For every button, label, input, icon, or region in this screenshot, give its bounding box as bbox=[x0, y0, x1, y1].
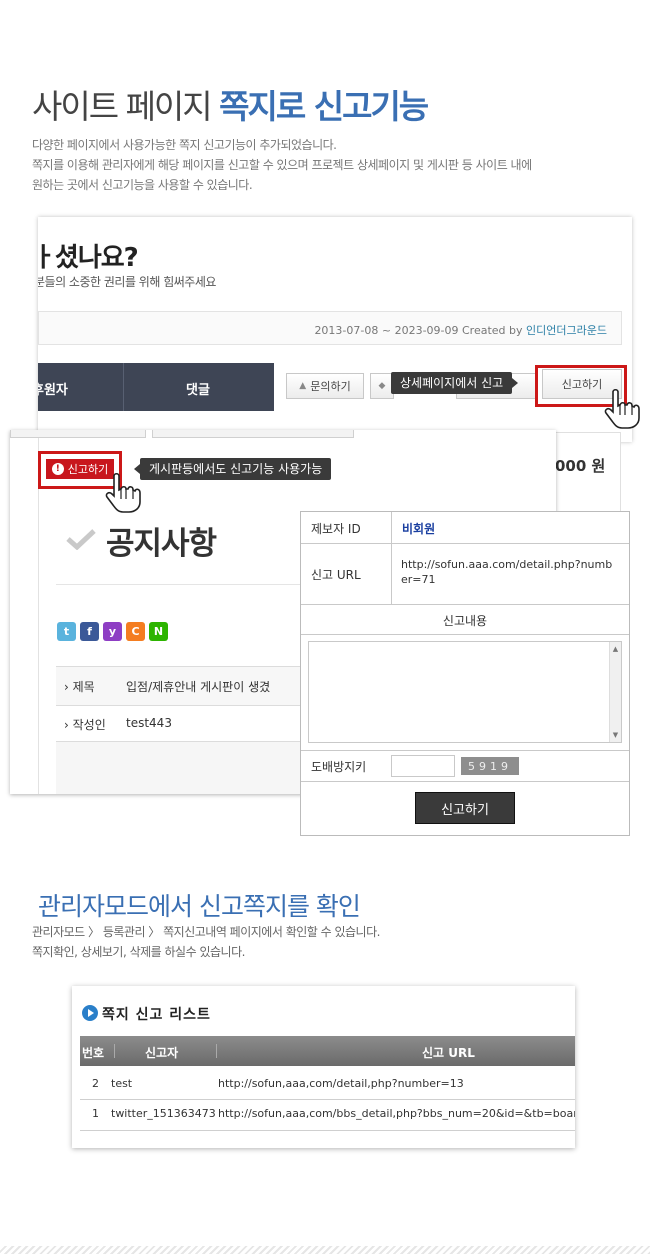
description-line-3: 원하는 곳에서 신고기능을 사용할 수 있습니다. bbox=[32, 178, 253, 192]
detail-subtitle: 분들의 소중한 권리를 위해 힘써주세요 bbox=[38, 275, 216, 289]
row-url[interactable]: http://sofun,aaa,com/bbs_detail,php?bbs_… bbox=[218, 1107, 575, 1120]
author-value: test443 bbox=[126, 716, 172, 730]
divider bbox=[216, 1044, 217, 1058]
row-reporter[interactable]: twitter_151363473 bbox=[111, 1107, 216, 1120]
board-tab-stub bbox=[10, 430, 146, 438]
table-header: 번호 신고자 신고 URL bbox=[80, 1036, 575, 1066]
cyworld-icon[interactable]: C bbox=[126, 622, 145, 641]
description-line-1: 다양한 페이지에서 사용가능한 쪽지 신고기능이 추가되었습니다. bbox=[32, 138, 337, 152]
divider bbox=[301, 543, 629, 544]
admin-description-line-2: 쪽지확인, 상세보기, 삭제를 하실수 있습니다. bbox=[32, 945, 245, 959]
url-value-line-2: er=71 bbox=[401, 573, 436, 586]
notice-title: 공지사항 bbox=[106, 526, 217, 562]
price-value: 000 원 bbox=[555, 457, 606, 475]
date-bar: 2013-07-08 ~ 2023-09-09 Created by 인디언더그… bbox=[38, 311, 622, 345]
admin-report-list-screenshot: 쪽지 신고 리스트 번호 신고자 신고 URL 2 test http://so… bbox=[72, 986, 575, 1148]
reporter-value: 비회원 bbox=[402, 522, 436, 536]
admin-description-line-1: 관리자모드 〉 등록관리 〉 쪽지신고내역 페이지에서 확인할 수 있습니다. bbox=[32, 925, 380, 939]
divider bbox=[301, 634, 629, 635]
divider bbox=[114, 1044, 115, 1058]
arrow-circle-icon bbox=[82, 1005, 98, 1021]
detail-report-tooltip: 상세페이지에서 신고 bbox=[391, 372, 519, 394]
tab-separator bbox=[123, 363, 124, 411]
scroll-down-icon[interactable]: ▼ bbox=[610, 731, 621, 739]
title-highlight: 쪽지로 신고기능 bbox=[219, 87, 429, 126]
textarea-scrollbar[interactable]: ▲ ▼ bbox=[609, 642, 621, 742]
date-range: 2013-07-08 ~ 2023-09-09 Created by 인디언더그… bbox=[314, 322, 607, 338]
row-number: 1 bbox=[92, 1107, 99, 1120]
date-range-text: 2013-07-08 ~ 2023-09-09 Created by bbox=[314, 324, 523, 337]
admin-section-title: 관리자모드에서 신고쪽지를 확인 bbox=[38, 892, 361, 921]
author-label: › 작성인 bbox=[64, 718, 106, 732]
triangle-icon: ▲ bbox=[299, 381, 307, 391]
board-tab-stub bbox=[152, 430, 354, 438]
divider bbox=[301, 781, 629, 782]
captcha-label: 도배방지키 bbox=[311, 760, 367, 774]
inquiry-button[interactable]: ▲ 문의하기 bbox=[286, 373, 364, 399]
url-label: 신고 URL bbox=[311, 568, 361, 582]
divider bbox=[80, 1099, 575, 1100]
detail-page-screenshot: ㅏ셨나요? 분들의 소중한 권리를 위해 힘써주세요 2013-07-08 ~ … bbox=[38, 217, 632, 442]
subject-label: › 제목 bbox=[64, 680, 95, 694]
hand-cursor-icon bbox=[603, 388, 645, 434]
submit-report-button[interactable]: 신고하기 bbox=[415, 792, 515, 824]
captcha-image: 5919 bbox=[461, 757, 519, 775]
row-reporter[interactable]: test bbox=[111, 1077, 132, 1090]
naver-icon[interactable]: N bbox=[149, 622, 168, 641]
column-number[interactable]: 번호 bbox=[82, 1044, 104, 1061]
subject-value: 입점/제휴안내 게시판이 생겼 bbox=[126, 680, 271, 694]
author-link[interactable]: 인디언더그라운드 bbox=[526, 324, 607, 337]
divider bbox=[80, 1130, 575, 1131]
detail-title: ㅏ셨나요? bbox=[38, 243, 139, 273]
list-title: 쪽지 신고 리스트 bbox=[102, 1007, 211, 1023]
row-number: 2 bbox=[92, 1077, 99, 1090]
facebook-icon[interactable]: f bbox=[80, 622, 99, 641]
report-content-textarea[interactable]: ▲ ▼ bbox=[308, 641, 622, 743]
tab-comments[interactable]: 댓글 bbox=[186, 379, 210, 398]
content-label: 신고내용 bbox=[442, 614, 488, 628]
divider bbox=[301, 750, 629, 751]
divider bbox=[391, 512, 392, 604]
title-plain: 사이트 페이지 bbox=[32, 87, 213, 126]
tab-backers[interactable]: 후원자 bbox=[38, 379, 68, 398]
inquiry-label: 문의하기 bbox=[310, 380, 351, 393]
reporter-label: 제보자 ID bbox=[311, 522, 361, 536]
column-reporter[interactable]: 신고자 bbox=[145, 1044, 178, 1061]
divider bbox=[38, 438, 39, 794]
report-form: 제보자 ID 비회원 신고 URL http://sofun.aaa.com/d… bbox=[300, 511, 630, 836]
url-value-line-1: http://sofun.aaa.com/detail.php?numb bbox=[401, 558, 613, 571]
yozm-icon[interactable]: y bbox=[103, 622, 122, 641]
description-line-2: 쪽지를 이용해 관리자에게 해당 페이지를 신고할 수 있으며 프로젝트 상세페… bbox=[32, 158, 532, 172]
detail-nav-tabs: 후원자 댓글 bbox=[38, 363, 274, 411]
twitter-icon[interactable]: t bbox=[57, 622, 76, 641]
divider bbox=[301, 604, 629, 605]
captcha-input[interactable] bbox=[391, 755, 455, 777]
check-icon bbox=[66, 528, 96, 554]
scroll-up-icon[interactable]: ▲ bbox=[610, 645, 621, 653]
board-report-tooltip: 게시판등에서도 신고기능 사용가능 bbox=[133, 458, 332, 480]
column-report-url[interactable]: 신고 URL bbox=[422, 1044, 475, 1061]
share-icon: ◆ bbox=[378, 381, 386, 391]
row-url[interactable]: http://sofun,aaa,com/detail,php?number=1… bbox=[218, 1077, 464, 1090]
hand-cursor-icon bbox=[104, 472, 146, 518]
footer-divider bbox=[0, 1246, 650, 1254]
page-title: 사이트 페이지 쪽지로 신고기능 bbox=[32, 80, 429, 128]
